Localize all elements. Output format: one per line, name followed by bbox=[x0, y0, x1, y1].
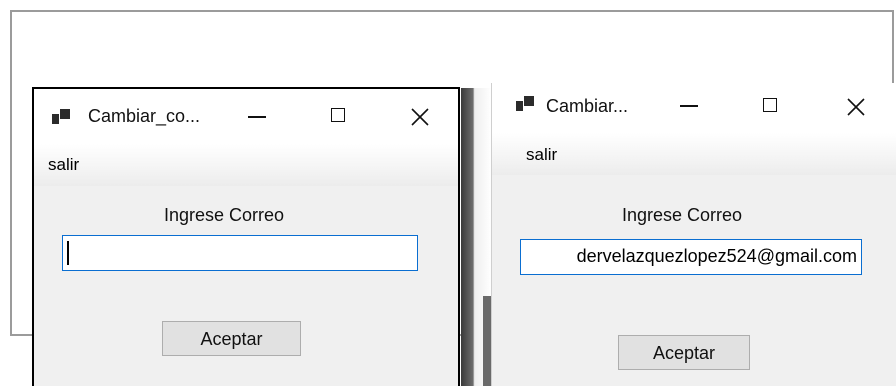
accept-button[interactable]: Aceptar bbox=[618, 335, 750, 370]
maximize-icon[interactable] bbox=[758, 93, 786, 121]
email-prompt-label: Ingrese Correo bbox=[622, 205, 743, 225]
minimize-icon[interactable] bbox=[244, 103, 272, 131]
text-caret bbox=[67, 241, 69, 265]
email-input[interactable]: dervelazquezlopez524@gmail.com bbox=[520, 239, 862, 275]
window-title: Cambiar_co... bbox=[88, 106, 201, 126]
title-bar: Cambiar... bbox=[492, 83, 896, 138]
email-prompt-label: Ingrese Correo bbox=[164, 205, 285, 225]
menu-bar: salir bbox=[34, 144, 458, 186]
window-title: Cambiar... bbox=[546, 96, 629, 116]
app-window-icon bbox=[516, 96, 534, 112]
menu-item-salir[interactable]: salir bbox=[526, 145, 557, 165]
left-dialog-window: Cambiar_co... salir Ingrese Correo Acept… bbox=[32, 87, 460, 386]
maximize-icon[interactable] bbox=[326, 103, 354, 131]
right-dialog-window: Cambiar... salir Ingrese Correo dervelaz… bbox=[491, 83, 896, 386]
close-icon[interactable] bbox=[842, 93, 870, 121]
accept-button[interactable]: Aceptar bbox=[162, 321, 301, 356]
email-input[interactable] bbox=[62, 235, 418, 271]
email-input-value: dervelazquezlopez524@gmail.com bbox=[576, 246, 857, 266]
close-icon[interactable] bbox=[406, 103, 434, 131]
menu-item-salir[interactable]: salir bbox=[48, 155, 79, 175]
app-window-icon bbox=[52, 109, 70, 125]
menu-bar: salir bbox=[492, 133, 896, 175]
minimize-icon[interactable] bbox=[676, 92, 704, 120]
background-strip-lower bbox=[483, 296, 491, 386]
title-bar: Cambiar_co... bbox=[34, 89, 458, 144]
